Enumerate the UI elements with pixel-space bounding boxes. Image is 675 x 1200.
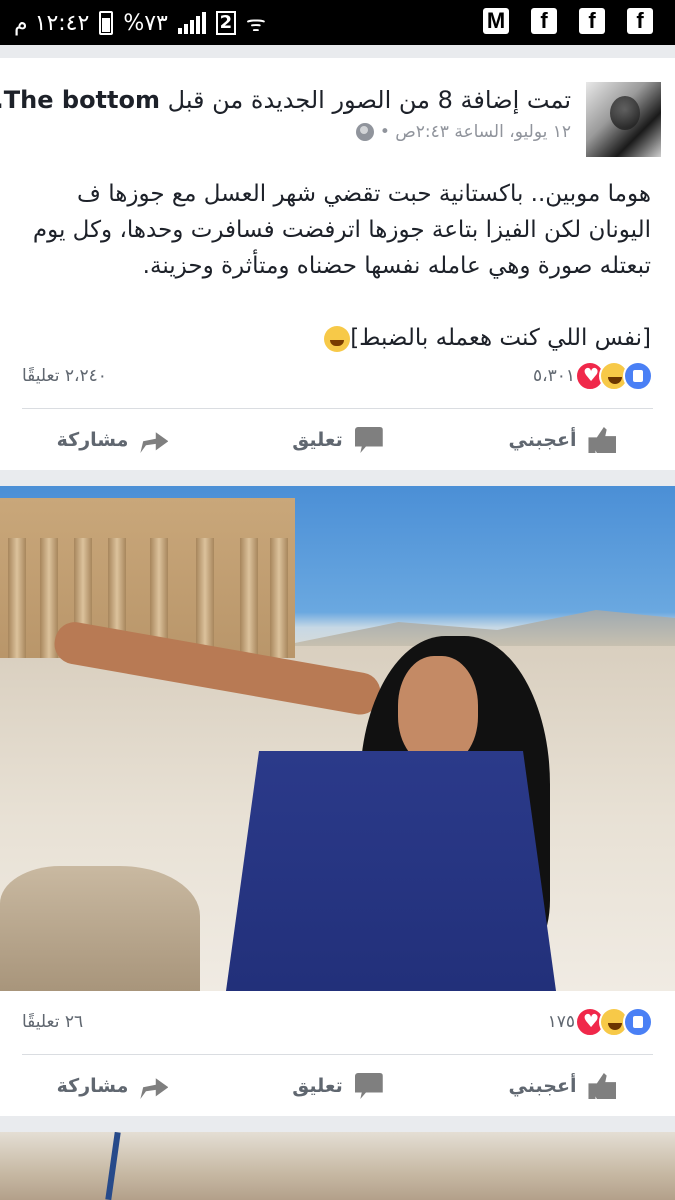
battery-icon [99, 11, 114, 35]
laughing-emoji-icon [324, 325, 351, 352]
like-reaction-icon [623, 361, 653, 391]
globe-icon [355, 123, 374, 141]
post-photo[interactable] [0, 1132, 675, 1200]
signal-icon [177, 12, 206, 34]
share-button[interactable]: مشاركة [0, 410, 225, 470]
status-right: M f f f [483, 8, 653, 34]
reactions-count: ١٧٥ [547, 1012, 575, 1032]
stone-ruins [0, 866, 200, 991]
post-actions: مشاركة تعليق أعجبني [0, 410, 675, 470]
wifi-icon: ᯤ [245, 12, 266, 37]
comment-button[interactable]: تعليق [225, 1056, 450, 1116]
comment-icon [354, 427, 383, 453]
post-meta: ١٢ يوليو، الساعة ٢:٤٣ص • [355, 122, 571, 142]
comments-count[interactable]: ٢،٢٤٠ تعليقًا [22, 366, 107, 386]
post-action-text: تمت إضافة 8 من الصور الجديدة من قبل [167, 86, 571, 114]
person-scarf [226, 751, 556, 991]
comment-button[interactable]: تعليق [225, 410, 450, 470]
post-card: تمت إضافة 8 من الصور الجديدة من قبل The … [0, 58, 675, 470]
comment-icon [354, 1073, 383, 1099]
thumbs-up-icon [588, 427, 617, 453]
share-icon [140, 1078, 169, 1099]
reactions-row: ٢،٢٤٠ تعليقًا ٥،٣٠١ [22, 360, 653, 392]
battery-percent: %٧٣ [123, 10, 168, 36]
reactions-summary[interactable]: ١٧٥ [548, 1007, 653, 1037]
facebook-icon: f [579, 8, 605, 34]
divider [22, 1054, 653, 1055]
clock: ١٢:٤٢ م [14, 10, 90, 36]
share-icon [140, 432, 169, 453]
reactions-row: ٢٦ تعليقًا ١٧٥ [22, 1006, 653, 1038]
photo-post-card: ٢٦ تعليقًا ١٧٥ مشاركة تعليق أعجبني [0, 486, 675, 1116]
status-bar: ١٢:٤٢ م %٧٣ 2 ᯤ M f f f [0, 0, 675, 45]
sim-badge: 2 [215, 11, 236, 35]
avatar[interactable] [586, 82, 661, 157]
facebook-icon: f [531, 8, 557, 34]
gmail-icon: M [483, 8, 509, 34]
divider [22, 408, 653, 409]
page-name-link[interactable]: The bottom. [0, 86, 160, 114]
facebook-icon: f [627, 8, 653, 34]
post-text-paragraph: هوما موبين.. باكستانية حبت تقضي شهر العس… [32, 181, 651, 279]
like-reaction-icon [623, 1007, 653, 1037]
thumbs-up-icon [588, 1073, 617, 1099]
post-body: هوما موبين.. باكستانية حبت تقضي شهر العس… [20, 176, 651, 356]
comments-count[interactable]: ٢٦ تعليقًا [22, 1012, 83, 1032]
reactions-summary[interactable]: ٥،٣٠١ [533, 361, 653, 391]
post-actions: مشاركة تعليق أعجبني [0, 1056, 675, 1116]
reactions-count: ٥،٣٠١ [532, 366, 575, 386]
photo-post-card [0, 1132, 675, 1200]
person-face [398, 656, 478, 766]
post-text-paragraph: [نفس اللي كنت هعمله بالضبط] [20, 320, 651, 356]
status-left: ١٢:٤٢ م %٧٣ 2 ᯤ [14, 8, 266, 38]
post-header: تمت إضافة 8 من الصور الجديدة من قبل The … [0, 86, 571, 114]
like-button[interactable]: أعجبني [450, 410, 675, 470]
post-photo[interactable] [0, 486, 675, 991]
share-button[interactable]: مشاركة [0, 1056, 225, 1116]
post-timestamp[interactable]: ١٢ يوليو، الساعة ٢:٤٣ص • [380, 122, 571, 142]
like-button[interactable]: أعجبني [450, 1056, 675, 1116]
